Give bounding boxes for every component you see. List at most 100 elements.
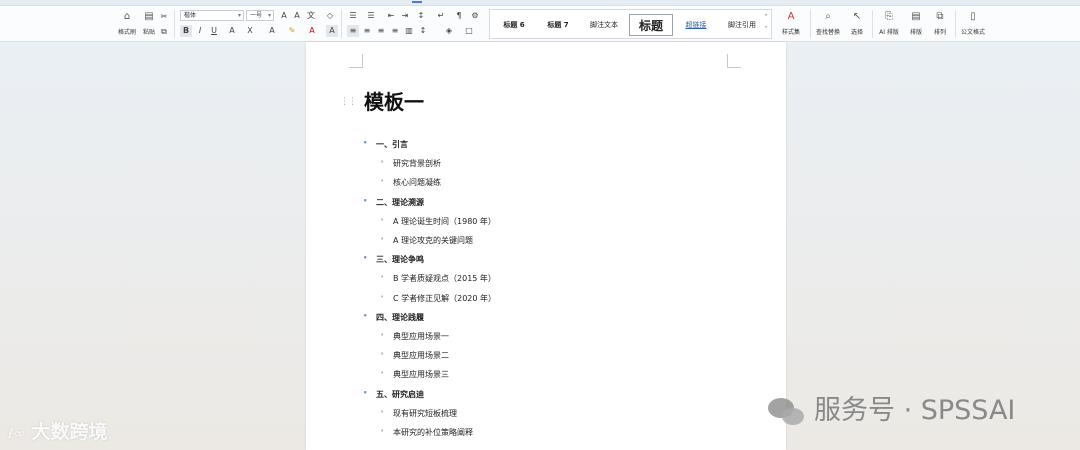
edit-group: ⌕ 查找替换 ↖ 选择 — [812, 9, 870, 39]
outline-subitem[interactable]: • 核心问题凝练 — [380, 177, 441, 188]
drag-handle-icon[interactable]: ⋮⋮ — [340, 97, 357, 107]
border-icon[interactable]: □ — [463, 25, 475, 37]
align-right-icon[interactable]: ≡ — [375, 25, 387, 37]
clipboard-group: ⌂ 格式刷 ▤ 粘贴 ✂ ⧉ — [110, 9, 170, 39]
bullet-icon: • — [363, 388, 368, 397]
strikethrough-icon[interactable]: A — [226, 25, 238, 37]
bullet-icon: • — [380, 273, 385, 282]
decrease-indent-icon[interactable]: ⇤ — [385, 10, 397, 22]
document-icon: ▯ — [970, 11, 976, 22]
document-title[interactable]: 模板一 — [364, 86, 424, 115]
shrink-font-icon[interactable]: A — [291, 10, 303, 22]
outline-heading[interactable]: • 二、理论溯源 — [363, 197, 424, 208]
superscript-icon[interactable]: X — [244, 25, 256, 37]
align-left-icon[interactable]: ≡ — [347, 25, 359, 37]
tab-indicator — [412, 1, 422, 3]
style-set-group: A 样式集 — [774, 9, 808, 39]
outline-subitem[interactable]: • 现有研究短板梳理 — [380, 408, 457, 419]
chevron-down-icon[interactable]: ˅ — [762, 24, 770, 36]
bold-icon[interactable]: B — [180, 25, 192, 37]
clear-format-icon[interactable]: ◇ — [324, 10, 336, 22]
para-settings-icon[interactable]: ⚙ — [469, 10, 481, 22]
search-icon: ⌕ — [825, 11, 831, 22]
increase-indent-icon[interactable]: ⇥ — [399, 10, 411, 22]
phonetic-icon[interactable]: 文 — [305, 10, 317, 22]
divider — [955, 10, 956, 38]
outline-text: A 理论攻克的关键问题 — [393, 236, 474, 245]
outline-subitem[interactable]: • 典型应用场景二 — [380, 350, 449, 361]
align-center-icon[interactable]: ≡ — [361, 25, 373, 37]
style-heading6[interactable]: 标题 6 — [494, 14, 534, 36]
outline-text: 典型应用场景二 — [393, 351, 449, 361]
layout-button[interactable]: ▤ 排版 — [904, 9, 928, 39]
shading-icon[interactable]: ◈ — [443, 25, 455, 37]
cursor-icon: ↖ — [852, 11, 862, 22]
grow-font-icon[interactable]: A — [278, 10, 290, 22]
outline-subitem[interactable]: • A 理论诞生时间（1980 年） — [380, 216, 496, 227]
font-name-select[interactable]: 楷体 ▾ — [180, 10, 244, 21]
highlight-icon[interactable]: ✎ — [286, 25, 298, 37]
justify-icon[interactable]: ≡ — [389, 25, 401, 37]
outline-subitem[interactable]: • B 学者质疑观点（2015 年） — [380, 273, 496, 284]
outline-text: 核心问题凝练 — [393, 178, 441, 188]
outline-text: 现有研究短板梳理 — [393, 408, 457, 418]
copy-icon[interactable]: ⧉ — [158, 26, 170, 38]
bullet-icon: • — [380, 158, 385, 167]
outline-heading[interactable]: • 三、理论争鸣 — [363, 254, 424, 265]
bullet-icon: • — [380, 427, 385, 435]
bullet-list-icon[interactable]: ☰ — [347, 10, 359, 22]
italic-icon[interactable]: I — [194, 25, 206, 37]
arrange-icon: ⧉ — [936, 11, 944, 22]
outline-heading[interactable]: • 五、研究启迪 — [363, 389, 424, 400]
watermark-left: ℓ∞ 大数跨境 — [8, 421, 108, 443]
find-replace-button[interactable]: ⌕ 查找替换 — [812, 9, 844, 39]
style-set-icon: A — [787, 11, 795, 22]
font-size-select[interactable]: 一号 ▾ — [246, 10, 274, 21]
outline-text: A 理论诞生时间（1980 年） — [393, 216, 496, 226]
bullet-icon: • — [380, 215, 385, 224]
style-hyperlink[interactable]: 超链接 — [676, 14, 716, 36]
outline-text: B 学者质疑观点（2015 年） — [393, 274, 496, 284]
arrange-button[interactable]: ⧉ 排列 — [928, 9, 952, 39]
show-marks-icon[interactable]: ¶ — [453, 10, 465, 22]
underline-icon[interactable]: U — [208, 25, 220, 37]
style-heading7[interactable]: 标题 7 — [538, 14, 578, 36]
style-title[interactable]: 标题 — [629, 14, 673, 36]
outline-subitem[interactable]: • 典型应用场景一 — [380, 331, 449, 342]
wechat-icon — [766, 396, 810, 428]
bullet-icon: • — [380, 350, 385, 359]
document-page[interactable]: ⋮⋮ 模板一 • 一、引言 • 研究背景剖析 • 核心问题凝练 • 二、理论溯源 • A 理论诞生… — [306, 42, 786, 450]
ribbon-toolbar: ⌂ 格式刷 ▤ 粘贴 ✂ ⧉ 楷体 ▾ 一号 ▾ A A 文 ◇ B I U A X… — [0, 6, 1080, 42]
numbered-list-icon[interactable]: ☰ — [365, 10, 377, 22]
ai-layout-button[interactable]: ⎘ AI 排版 — [874, 9, 904, 39]
outline-subitem[interactable]: • 研究背景剖析 — [380, 158, 441, 169]
official-doc-button[interactable]: ▯ 公文格式 — [958, 9, 988, 39]
outline-subitem[interactable]: • 典型应用场景三 — [380, 369, 449, 380]
distribute-icon[interactable]: ▥ — [403, 25, 415, 37]
text-effect-icon[interactable]: A — [266, 25, 278, 37]
outline-text: 本研究的补位策略阐释 — [393, 428, 473, 437]
char-shading-icon[interactable]: A — [326, 25, 338, 37]
select-button[interactable]: ↖ 选择 — [844, 9, 870, 39]
font-color-icon[interactable]: A — [306, 25, 318, 37]
chevron-down-icon: ▾ — [267, 12, 271, 19]
outline-heading[interactable]: • 四、理论践履 — [363, 312, 424, 323]
outline-text: 四、理论践履 — [376, 312, 424, 322]
line-break-icon[interactable]: ↵ — [435, 10, 447, 22]
outline-subitem[interactable]: • A 理论攻克的关键问题 — [380, 235, 474, 246]
outline-heading[interactable]: • 一、引言 — [363, 139, 408, 150]
style-set-button[interactable]: A 样式集 — [774, 9, 808, 39]
divider — [341, 10, 342, 38]
cut-icon[interactable]: ✂ — [158, 11, 170, 23]
chevron-up-icon[interactable]: ˄ — [762, 12, 770, 24]
style-footnote-ref[interactable]: 脚注引用 — [720, 14, 764, 36]
line-spacing-icon[interactable]: ↕ — [417, 25, 429, 37]
sort-icon[interactable]: ↕ — [415, 10, 427, 22]
bullet-icon: • — [363, 139, 368, 147]
outline-subitem[interactable]: • 本研究的补位策略阐释 — [380, 427, 473, 438]
paste-icon: ▤ — [144, 11, 154, 22]
outline-subitem[interactable]: • C 学者修正见解（2020 年） — [380, 293, 496, 304]
style-footnote-text[interactable]: 脚注文本 — [582, 14, 626, 36]
bullet-icon: • — [363, 196, 368, 205]
ai-layout-icon: ⎘ — [885, 11, 893, 22]
